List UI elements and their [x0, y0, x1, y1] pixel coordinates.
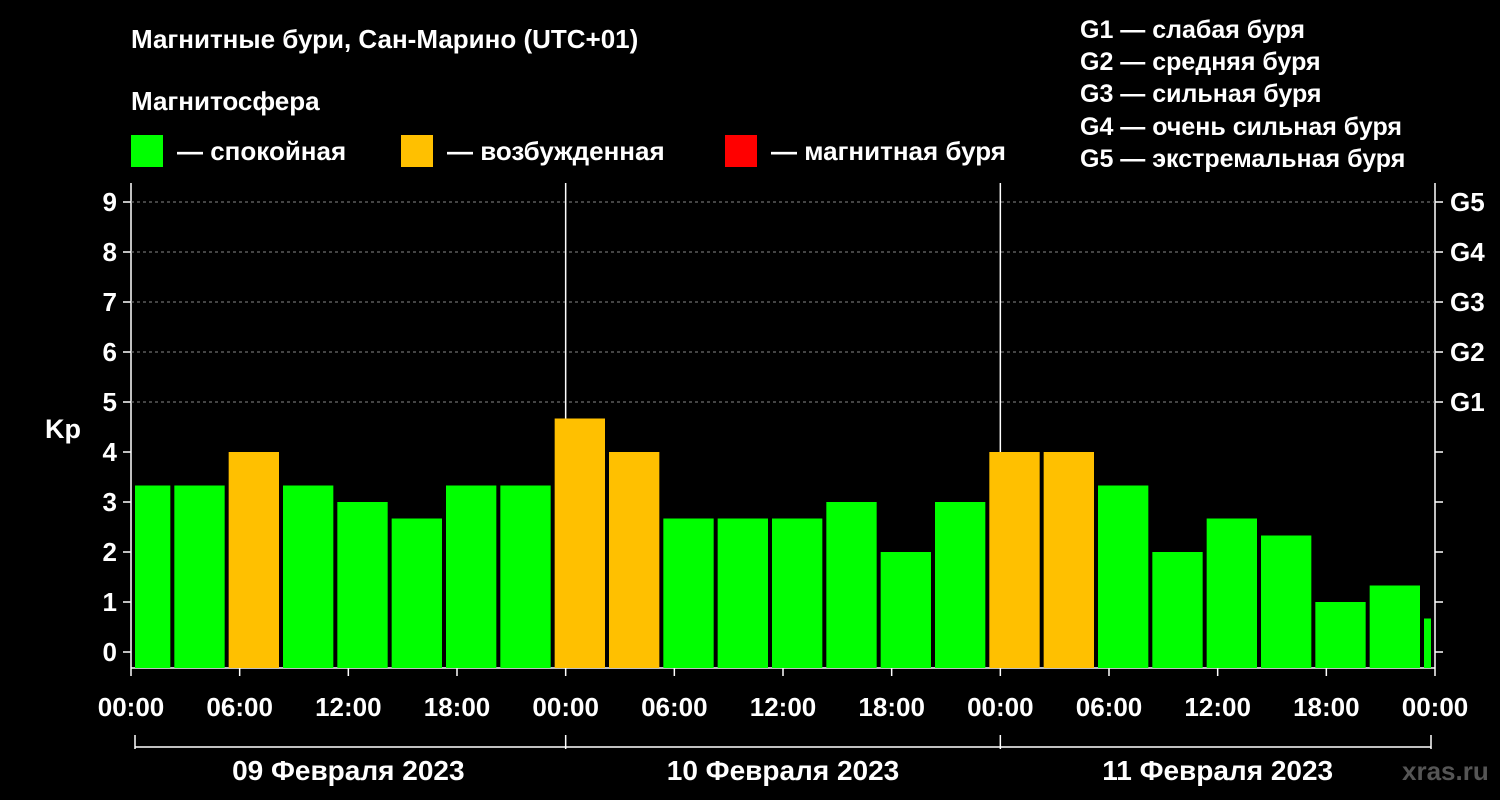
y-tick-label: 1	[103, 587, 117, 617]
x-tick-label: 00:00	[967, 692, 1034, 722]
kp-bar	[1043, 452, 1094, 668]
kp-bar	[1369, 585, 1420, 668]
g-level-label: G5	[1450, 187, 1485, 217]
y-tick-label: 2	[103, 537, 117, 567]
y-tick-label: 0	[103, 637, 117, 667]
y-tick-label: 5	[103, 387, 117, 417]
kp-bar	[391, 518, 442, 668]
kp-bar	[880, 552, 931, 668]
y-tick-label: 3	[103, 487, 117, 517]
kp-bar	[1424, 618, 1431, 668]
y-tick-label: 7	[103, 287, 117, 317]
g-level-label: G3	[1450, 287, 1485, 317]
kp-bar	[1206, 518, 1257, 668]
x-tick-label: 00:00	[1402, 692, 1469, 722]
y-axis-label: Kp	[45, 414, 81, 444]
x-tick-label: 00:00	[532, 692, 599, 722]
x-tick-label: 18:00	[424, 692, 491, 722]
y-tick-label: 6	[103, 337, 117, 367]
x-tick-label: 12:00	[750, 692, 817, 722]
kp-bar	[1098, 485, 1149, 668]
date-label: 11 Февраля 2023	[1102, 755, 1333, 786]
x-tick-label: 00:00	[98, 692, 165, 722]
kp-bar	[826, 502, 877, 668]
kp-bar	[283, 485, 334, 668]
kp-bar	[554, 418, 605, 668]
x-tick-label: 12:00	[1184, 692, 1251, 722]
y-tick-label: 9	[103, 187, 117, 217]
x-tick-label: 06:00	[1076, 692, 1143, 722]
kp-bar	[989, 452, 1040, 668]
y-tick-label: 8	[103, 237, 117, 267]
x-tick-label: 06:00	[206, 692, 273, 722]
date-label: 09 Февраля 2023	[232, 755, 464, 786]
kp-bar	[717, 518, 768, 668]
kp-bar	[935, 502, 986, 668]
y-tick-label: 4	[103, 437, 118, 467]
g-level-label: G2	[1450, 337, 1485, 367]
kp-bar	[135, 485, 171, 668]
kp-bar	[500, 485, 551, 668]
x-tick-label: 12:00	[315, 692, 382, 722]
kp-bar	[609, 452, 660, 668]
kp-bar	[228, 452, 279, 668]
kp-bar	[1315, 602, 1366, 668]
kp-bar	[337, 502, 388, 668]
kp-bar	[663, 518, 714, 668]
x-tick-label: 06:00	[641, 692, 708, 722]
x-tick-label: 18:00	[858, 692, 925, 722]
kp-bar-chart: 0 1 2 3 4 5 6 7 8 9 G1 G2 G3 G4 G5 Kp 00:00 06:00 12:00 18:…	[45, 183, 1485, 786]
date-label: 10 Февраля 2023	[667, 755, 899, 786]
x-tick-label: 18:00	[1293, 692, 1360, 722]
g-level-label: G4	[1450, 237, 1485, 267]
kp-bar	[1261, 535, 1312, 668]
kp-bar	[772, 518, 823, 668]
g-level-label: G1	[1450, 387, 1485, 417]
kp-bar	[1152, 552, 1203, 668]
kp-bar	[446, 485, 497, 668]
kp-bar	[174, 485, 225, 668]
watermark: xras.ru	[1402, 756, 1489, 786]
